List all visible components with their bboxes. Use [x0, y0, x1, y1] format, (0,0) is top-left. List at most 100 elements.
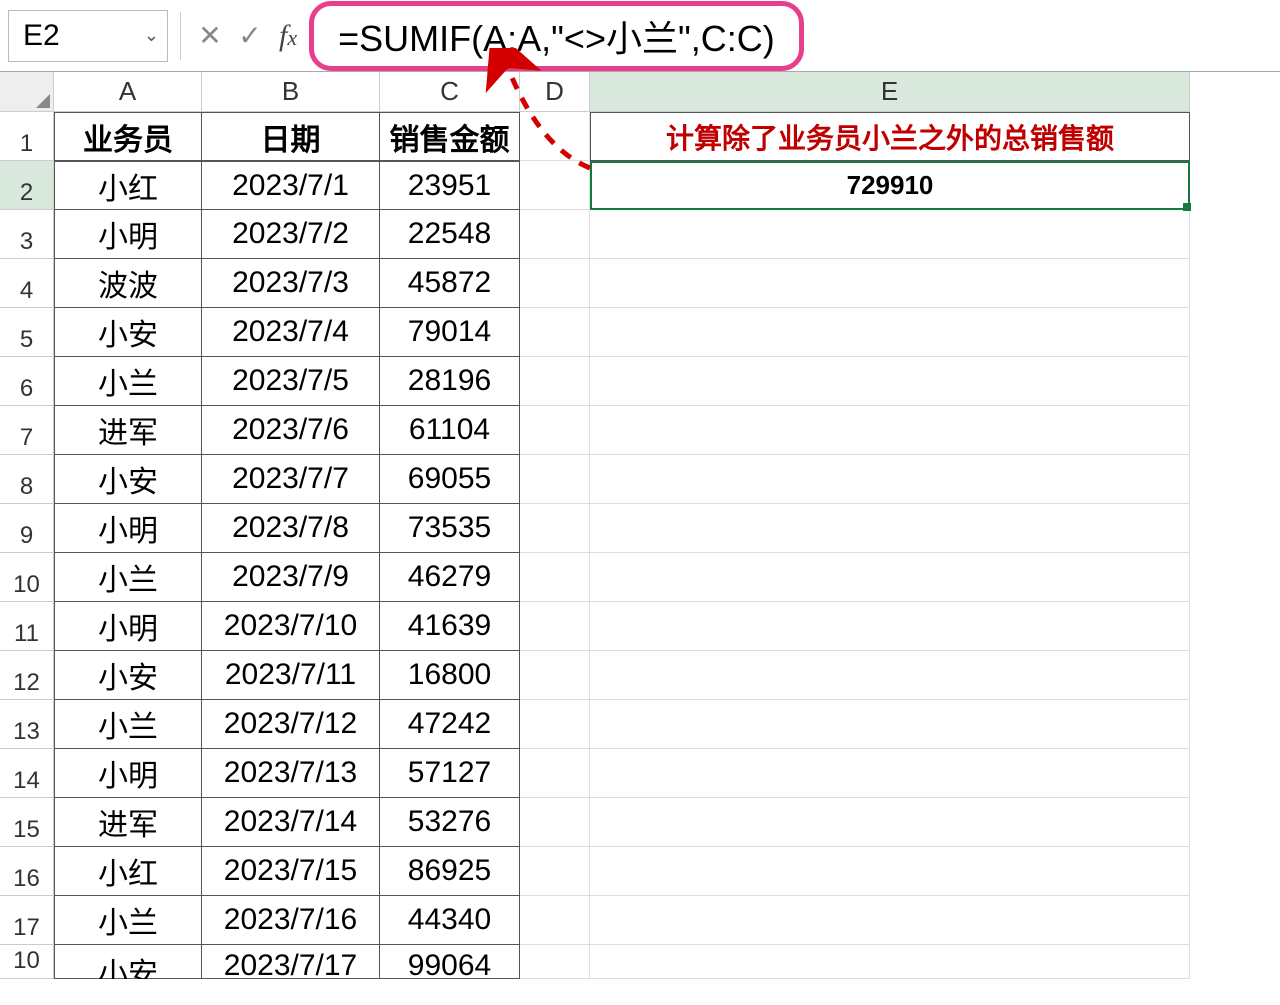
cell-A8[interactable]: 小安: [54, 455, 202, 504]
cell-B5[interactable]: 2023/7/4: [202, 308, 380, 357]
cell-B7[interactable]: 2023/7/6: [202, 406, 380, 455]
cell-A13[interactable]: 小兰: [54, 700, 202, 749]
cell-D18[interactable]: [520, 945, 590, 979]
cell-A1[interactable]: 业务员: [54, 112, 202, 161]
fx-icon[interactable]: fx: [273, 19, 303, 53]
row-header-2[interactable]: 2: [0, 161, 54, 210]
cell-A16[interactable]: 小红: [54, 847, 202, 896]
cell-D9[interactable]: [520, 504, 590, 553]
cell-B1[interactable]: 日期: [202, 112, 380, 161]
cell-A2[interactable]: 小红: [54, 161, 202, 210]
cell-B14[interactable]: 2023/7/13: [202, 749, 380, 798]
row-header-6[interactable]: 6: [0, 357, 54, 406]
row-header-10[interactable]: 10: [0, 553, 54, 602]
cell-D6[interactable]: [520, 357, 590, 406]
cell-C12[interactable]: 16800: [380, 651, 520, 700]
cell-A3[interactable]: 小明: [54, 210, 202, 259]
cell-D7[interactable]: [520, 406, 590, 455]
row-header-8[interactable]: 8: [0, 455, 54, 504]
cell-E6[interactable]: [590, 357, 1190, 406]
cell-C2[interactable]: 23951: [380, 161, 520, 210]
row-header-1[interactable]: 1: [0, 112, 54, 161]
col-header-C[interactable]: C: [380, 72, 520, 112]
cell-C4[interactable]: 45872: [380, 259, 520, 308]
cell-E1[interactable]: 计算除了业务员小兰之外的总销售额: [590, 112, 1190, 161]
col-header-E[interactable]: E: [590, 72, 1190, 112]
cell-B17[interactable]: 2023/7/16: [202, 896, 380, 945]
cell-B6[interactable]: 2023/7/5: [202, 357, 380, 406]
cell-B12[interactable]: 2023/7/11: [202, 651, 380, 700]
col-header-D[interactable]: D: [520, 72, 590, 112]
row-header-15[interactable]: 15: [0, 798, 54, 847]
cell-A15[interactable]: 进军: [54, 798, 202, 847]
cell-E13[interactable]: [590, 700, 1190, 749]
cell-D15[interactable]: [520, 798, 590, 847]
cell-E7[interactable]: [590, 406, 1190, 455]
row-header-9[interactable]: 9: [0, 504, 54, 553]
col-header-B[interactable]: B: [202, 72, 380, 112]
cell-C17[interactable]: 44340: [380, 896, 520, 945]
cell-A10[interactable]: 小兰: [54, 553, 202, 602]
cell-E3[interactable]: [590, 210, 1190, 259]
cell-C15[interactable]: 53276: [380, 798, 520, 847]
cell-C11[interactable]: 41639: [380, 602, 520, 651]
cell-A7[interactable]: 进军: [54, 406, 202, 455]
cell-D4[interactable]: [520, 259, 590, 308]
name-box[interactable]: E2 ⌄: [8, 10, 168, 62]
cell-C8[interactable]: 69055: [380, 455, 520, 504]
cell-D3[interactable]: [520, 210, 590, 259]
row-header-5[interactable]: 5: [0, 308, 54, 357]
cell-D10[interactable]: [520, 553, 590, 602]
cell-C3[interactable]: 22548: [380, 210, 520, 259]
row-header-3[interactable]: 3: [0, 210, 54, 259]
cell-B10[interactable]: 2023/7/9: [202, 553, 380, 602]
cell-E4[interactable]: [590, 259, 1190, 308]
row-header-12[interactable]: 12: [0, 651, 54, 700]
row-header-7[interactable]: 7: [0, 406, 54, 455]
row-header-4[interactable]: 4: [0, 259, 54, 308]
cell-D8[interactable]: [520, 455, 590, 504]
cell-B11[interactable]: 2023/7/10: [202, 602, 380, 651]
cell-A14[interactable]: 小明: [54, 749, 202, 798]
cell-D2[interactable]: [520, 161, 590, 210]
cell-C16[interactable]: 86925: [380, 847, 520, 896]
cancel-icon[interactable]: ✕: [193, 19, 227, 52]
select-all-corner[interactable]: [0, 72, 54, 112]
cell-E18[interactable]: [590, 945, 1190, 979]
cell-C5[interactable]: 79014: [380, 308, 520, 357]
cell-C6[interactable]: 28196: [380, 357, 520, 406]
cell-B15[interactable]: 2023/7/14: [202, 798, 380, 847]
cell-E2[interactable]: 729910: [590, 161, 1190, 210]
cell-C7[interactable]: 61104: [380, 406, 520, 455]
cell-E12[interactable]: [590, 651, 1190, 700]
cell-D1[interactable]: [520, 112, 590, 161]
formula-text[interactable]: =SUMIF(A:A,"<>小兰",C:C): [338, 10, 775, 62]
cell-C13[interactable]: 47242: [380, 700, 520, 749]
cell-B16[interactable]: 2023/7/15: [202, 847, 380, 896]
cell-A9[interactable]: 小明: [54, 504, 202, 553]
cell-B18[interactable]: 2023/7/17: [202, 945, 380, 979]
cell-E10[interactable]: [590, 553, 1190, 602]
cell-D11[interactable]: [520, 602, 590, 651]
cell-C9[interactable]: 73535: [380, 504, 520, 553]
cell-D16[interactable]: [520, 847, 590, 896]
cell-D5[interactable]: [520, 308, 590, 357]
cell-D17[interactable]: [520, 896, 590, 945]
row-header-17[interactable]: 17: [0, 896, 54, 945]
cell-B4[interactable]: 2023/7/3: [202, 259, 380, 308]
row-header-18[interactable]: 10: [0, 945, 54, 979]
cell-B8[interactable]: 2023/7/7: [202, 455, 380, 504]
cell-A6[interactable]: 小兰: [54, 357, 202, 406]
cell-E9[interactable]: [590, 504, 1190, 553]
cell-A11[interactable]: 小明: [54, 602, 202, 651]
cell-B13[interactable]: 2023/7/12: [202, 700, 380, 749]
cell-C18[interactable]: 99064: [380, 945, 520, 979]
cell-D13[interactable]: [520, 700, 590, 749]
cell-E15[interactable]: [590, 798, 1190, 847]
cell-C14[interactable]: 57127: [380, 749, 520, 798]
cell-B3[interactable]: 2023/7/2: [202, 210, 380, 259]
confirm-icon[interactable]: ✓: [233, 19, 267, 52]
chevron-down-icon[interactable]: ⌄: [144, 25, 159, 46]
col-header-A[interactable]: A: [54, 72, 202, 112]
row-header-14[interactable]: 14: [0, 749, 54, 798]
